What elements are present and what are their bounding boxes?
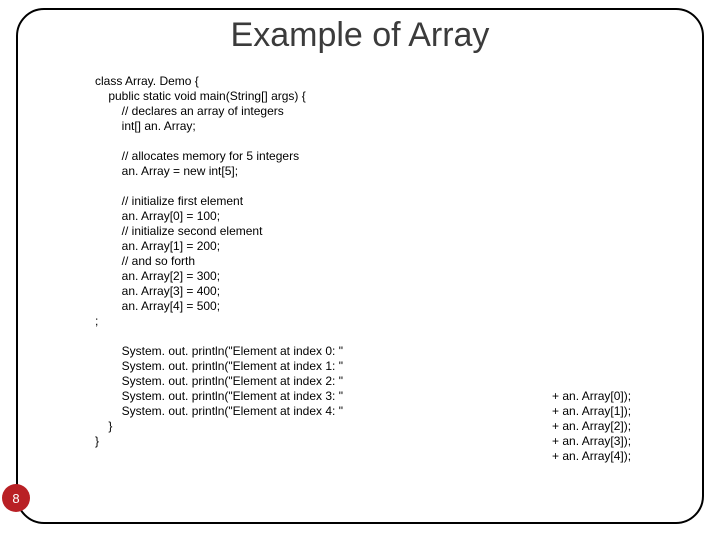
slide: Example of Array class Array. Demo { pub…: [0, 0, 720, 540]
slide-title: Example of Array: [0, 16, 720, 55]
code-block-left: class Array. Demo { public static void m…: [95, 74, 343, 449]
code-block-right: + an. Array[0]); + an. Array[1]); + an. …: [552, 389, 631, 464]
page-number-badge: 8: [2, 484, 30, 512]
